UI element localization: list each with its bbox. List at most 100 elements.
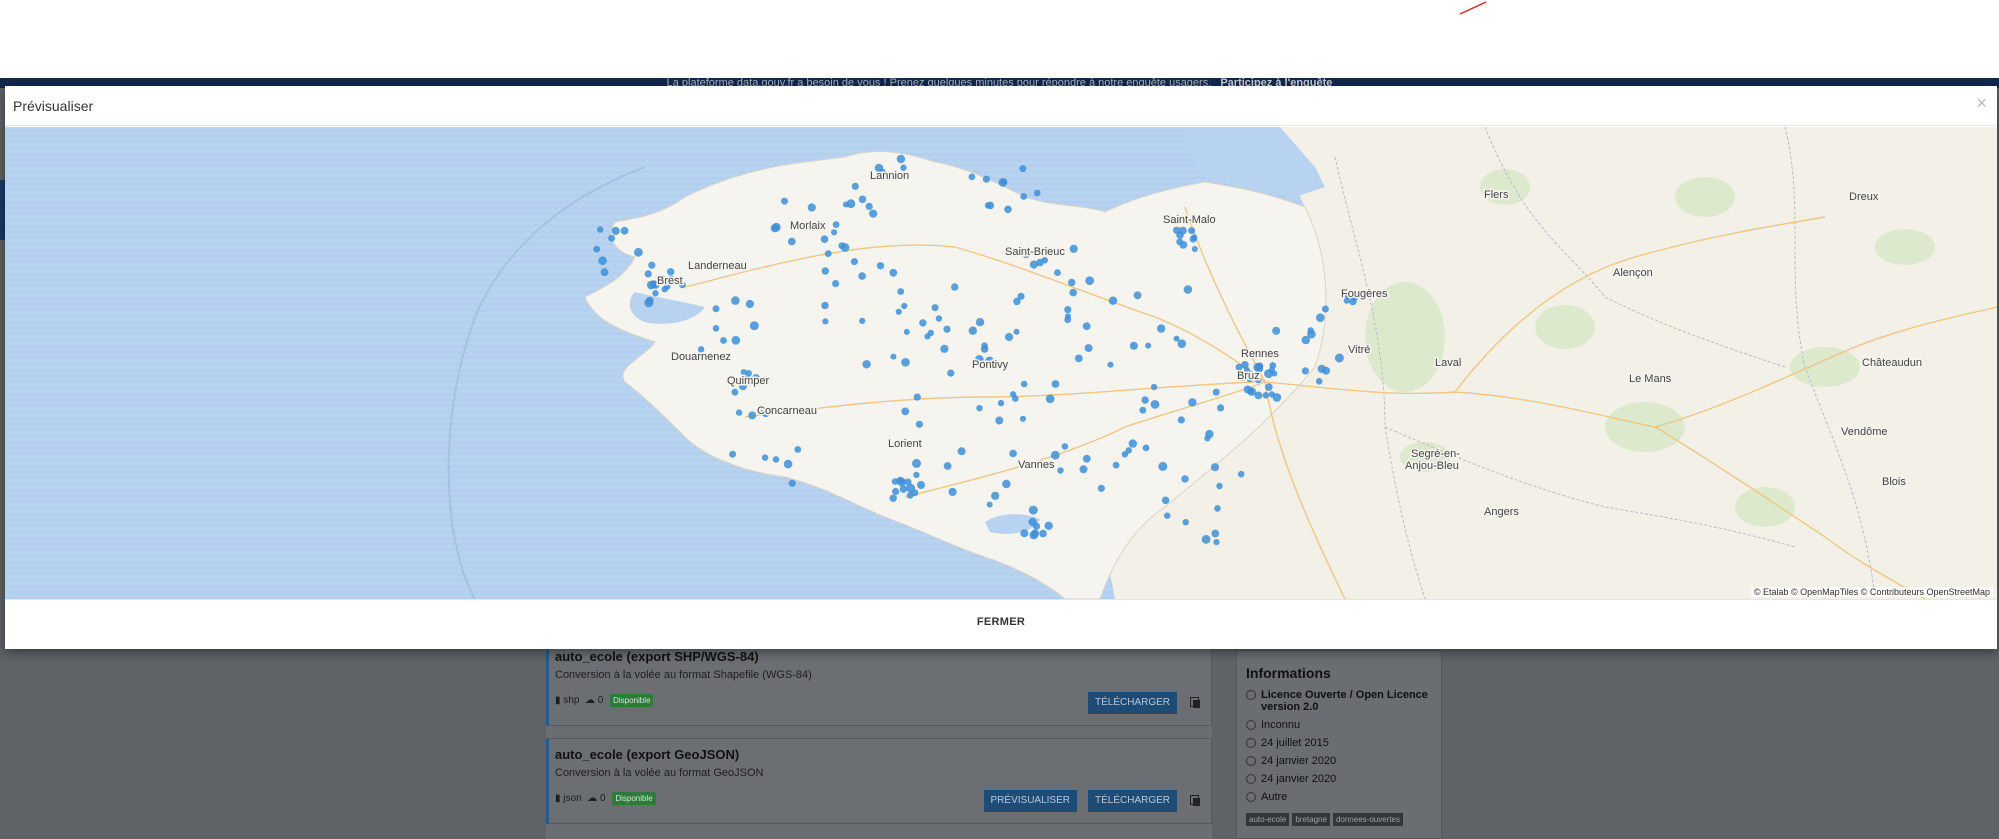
map-marker[interactable] [600,268,609,277]
map-marker[interactable] [931,304,939,312]
map-marker[interactable] [1307,327,1314,334]
map-marker[interactable] [822,318,829,325]
map-marker[interactable] [788,479,796,487]
map-marker[interactable] [1139,406,1147,414]
map-marker[interactable] [851,182,859,190]
map-marker[interactable] [761,454,769,461]
map-marker[interactable] [913,471,920,479]
map-marker[interactable] [901,302,908,310]
map-marker[interactable] [1039,529,1047,538]
map-marker[interactable] [913,393,921,401]
map-marker[interactable] [995,416,1004,425]
map-marker[interactable] [917,481,925,489]
map-marker[interactable] [771,222,781,232]
copy-icon[interactable] [1190,697,1200,708]
map-marker[interactable] [1074,354,1083,363]
map-marker[interactable] [876,262,885,270]
map-marker[interactable] [840,243,850,252]
map-marker[interactable] [1019,415,1027,422]
map-marker[interactable] [1029,260,1038,269]
map-marker[interactable] [712,325,720,332]
map-marker[interactable] [832,221,840,228]
map-marker[interactable] [948,487,957,496]
download-button[interactable]: TÉLÉCHARGER [1087,692,1177,714]
close-icon[interactable]: × [1976,93,1987,114]
map-marker[interactable] [975,318,985,327]
map-marker[interactable] [1176,231,1184,239]
map-marker[interactable] [1262,392,1270,399]
map-marker[interactable] [598,256,607,265]
map-marker[interactable] [712,305,720,313]
map-marker[interactable] [1204,435,1211,442]
map-marker[interactable] [889,494,897,502]
map-marker[interactable] [890,353,897,360]
map-marker[interactable] [986,501,993,508]
map-marker[interactable] [720,337,727,344]
map-marker[interactable] [1216,482,1223,490]
map-marker[interactable] [895,308,902,315]
resource-title[interactable]: auto_ecole (export GeoJSON) [555,747,739,762]
map-marker[interactable] [927,329,934,337]
map-marker[interactable] [943,325,951,333]
map-marker[interactable] [1019,165,1027,173]
map-marker[interactable] [735,409,743,416]
map-marker[interactable] [1128,439,1138,448]
map-marker[interactable] [1084,344,1093,353]
map-marker[interactable] [901,407,910,416]
map-marker[interactable] [915,420,924,428]
map-marker[interactable] [729,450,737,458]
map-marker[interactable] [1112,461,1120,469]
map-marker[interactable] [597,226,604,233]
download-button[interactable]: TÉLÉCHARGER [1087,790,1177,812]
map-marker[interactable] [982,175,991,183]
map-marker[interactable] [1161,496,1170,505]
map-marker[interactable] [997,399,1005,407]
tag[interactable]: auto-ecole [1246,813,1290,826]
map-marker[interactable] [859,317,866,324]
map-marker[interactable] [1145,342,1152,349]
map-marker[interactable] [1033,189,1041,197]
map-marker[interactable] [919,319,927,327]
map-marker[interactable] [748,411,757,420]
map-marker[interactable] [1181,475,1189,483]
map-marker[interactable] [976,405,983,412]
map-marker[interactable] [593,245,601,253]
license-text[interactable]: Licence Ouverte / Open Licence version 2… [1261,689,1432,713]
map-marker[interactable] [1188,227,1196,235]
map-marker[interactable] [1082,322,1091,331]
map-marker[interactable] [772,456,780,463]
map-marker[interactable] [1150,383,1158,391]
map-marker[interactable] [1004,205,1012,214]
map-marker[interactable] [940,344,949,353]
map-marker[interactable] [1079,465,1088,474]
map-marker[interactable] [1268,391,1276,398]
map-marker[interactable] [896,154,906,164]
map-marker[interactable] [1045,394,1055,404]
map-marker[interactable] [903,328,910,335]
map-marker[interactable] [1217,404,1225,412]
map-marker[interactable] [1020,380,1028,388]
map-marker[interactable] [935,315,943,322]
map-marker[interactable] [1164,512,1171,519]
map-view[interactable]: Lannion Morlaix Landerneau Brest Douarne… [5,127,1997,599]
map-marker[interactable] [1107,361,1114,368]
map-marker[interactable] [807,203,816,212]
map-marker[interactable] [745,299,755,309]
map-marker[interactable] [1044,521,1053,530]
map-marker[interactable] [858,272,866,280]
map-marker[interactable] [842,201,849,208]
map-marker[interactable] [1188,398,1197,407]
map-marker[interactable] [1012,395,1019,402]
map-marker[interactable] [608,234,616,242]
map-marker[interactable] [832,280,840,288]
map-marker[interactable] [1213,539,1220,546]
map-marker[interactable] [1085,276,1095,286]
map-marker[interactable] [824,250,832,257]
map-marker[interactable] [1141,396,1149,404]
map-marker[interactable] [1157,324,1166,333]
map-marker[interactable] [1316,313,1325,322]
map-marker[interactable] [652,290,659,297]
map-marker[interactable] [991,491,1000,500]
map-marker[interactable] [1150,400,1160,409]
map-marker[interactable] [858,195,867,204]
